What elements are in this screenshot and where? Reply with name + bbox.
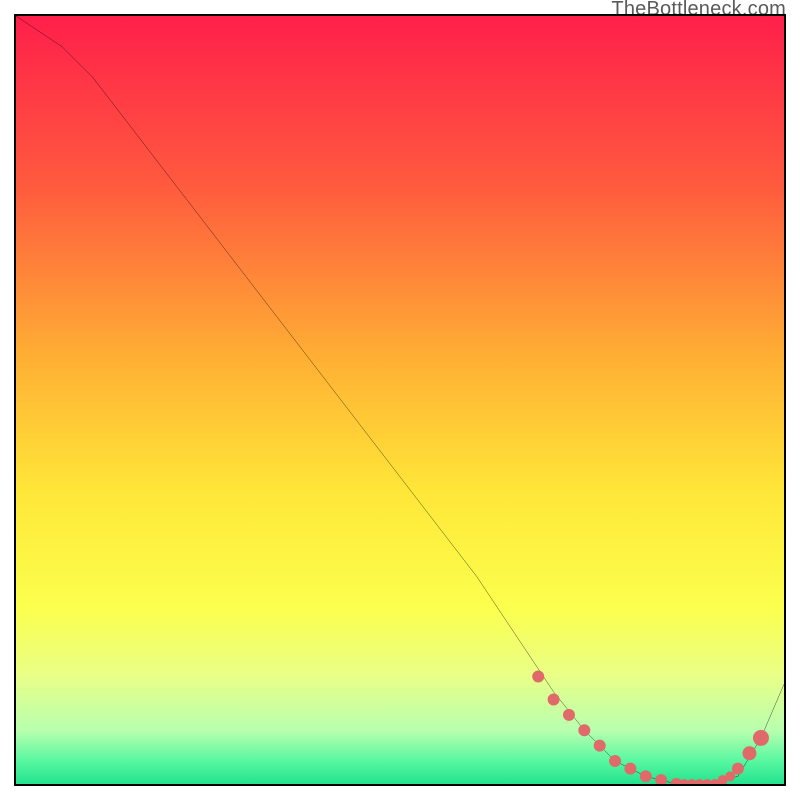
marker-dot [732, 763, 744, 775]
chart-container: TheBottleneck.com [0, 0, 800, 800]
marker-dot [532, 670, 544, 682]
marker-dot [753, 730, 769, 746]
marker-dot [594, 740, 606, 752]
marker-dot [563, 709, 575, 721]
marker-dot [609, 755, 621, 767]
marker-dot [624, 763, 636, 775]
curve-layer [16, 16, 784, 784]
marker-dot [548, 694, 560, 706]
plot-area [14, 14, 786, 786]
marker-dot [578, 724, 590, 736]
marker-dot [640, 770, 652, 782]
marker-dot [655, 774, 667, 786]
highlight-dots [532, 670, 769, 786]
marker-dot [742, 746, 756, 760]
bottleneck-curve [16, 16, 784, 784]
